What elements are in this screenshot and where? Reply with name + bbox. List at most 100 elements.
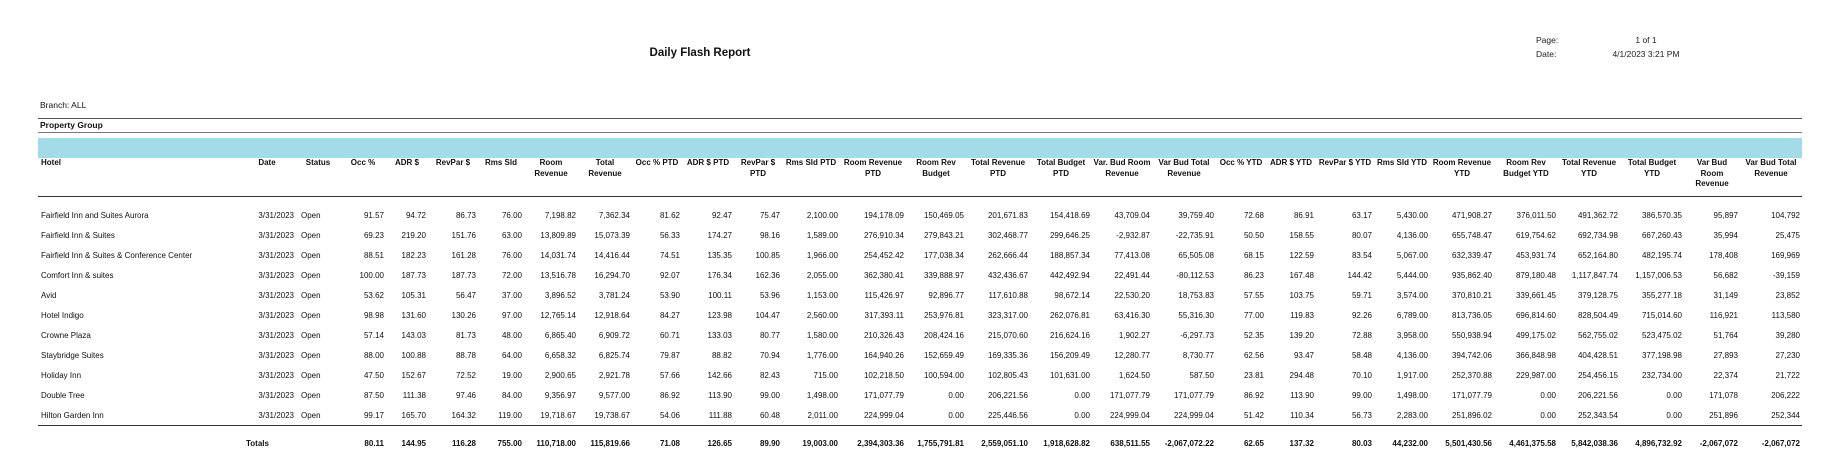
value-cell: 83.54 (1351, 250, 1372, 260)
value-cell: 57.14 (363, 330, 384, 340)
value-cell: 56,682 (1713, 270, 1738, 280)
total-value-cell: 2,559,051.10 (966, 425, 1030, 456)
value-cell: 12,918.64 (594, 310, 630, 320)
value-cell: 50.50 (1243, 230, 1264, 240)
value-cell: 95,897 (1713, 210, 1738, 220)
total-value-cell: 137.32 (1266, 425, 1316, 456)
branch-filter: Branch: ALL (40, 100, 87, 110)
value-cell: 135.35 (707, 250, 732, 260)
value-cell: 72.88 (1351, 330, 1372, 340)
value-cell: 60.71 (659, 330, 680, 340)
divider (38, 132, 1802, 133)
total-value-cell: 144.95 (386, 425, 428, 456)
value-cell: 499,175.02 (1515, 330, 1556, 340)
table-row: Crowne Plaza 3/31/2023 Open 57.14 143.03 81.7… (38, 325, 1802, 345)
value-cell: 2,900.65 (544, 370, 576, 380)
value-cell: -80,112.53 (1176, 270, 1214, 280)
value-cell: 91.57 (363, 210, 384, 220)
value-cell: 88.00 (363, 350, 384, 360)
col-header: ADR $ YTD (1269, 158, 1313, 167)
col-header: Total Revenue (588, 158, 622, 178)
flash-report-table: Hotel Date Status Occ % ADR $ RevPar $ R… (38, 156, 1802, 456)
value-cell: 100.85 (755, 250, 780, 260)
date-value: 4/1/2023 3:21 PM (1612, 49, 1680, 59)
value-cell: 6,909.72 (598, 330, 630, 340)
table-row: Fairfield Inn & Suites & Conference Cent… (38, 245, 1802, 265)
status-cell: Open (301, 250, 321, 260)
value-cell: 7,362.34 (598, 210, 630, 220)
col-header: Occ % PTD (635, 158, 679, 167)
value-cell: 7,198.82 (544, 210, 576, 220)
value-cell: 68.15 (1243, 250, 1264, 260)
total-value-cell: 110,718.00 (524, 425, 578, 456)
value-cell: 98.98 (363, 310, 384, 320)
value-cell: 6,658.32 (544, 350, 576, 360)
value-cell: 99.00 (759, 390, 780, 400)
value-cell: 88.82 (711, 350, 732, 360)
value-cell: 152,659.49 (923, 350, 964, 360)
value-cell: 254,456.15 (1577, 370, 1618, 380)
value-cell: 219.20 (401, 230, 426, 240)
value-cell: 169,335.36 (987, 350, 1028, 360)
value-cell: 102,218.50 (863, 370, 904, 380)
value-cell: 23.81 (1243, 370, 1264, 380)
value-cell: 935,862.40 (1451, 270, 1492, 280)
value-cell: 111.38 (402, 390, 426, 400)
value-cell: 57.66 (659, 370, 680, 380)
col-header: Var. Bud Room Revenue (1093, 158, 1151, 178)
value-cell: 82.43 (759, 370, 780, 380)
value-cell: 1,498.00 (1396, 390, 1428, 400)
value-cell: 53.90 (659, 290, 680, 300)
value-cell: 0.00 (1666, 410, 1682, 420)
value-cell: 22,491.44 (1114, 270, 1150, 280)
value-cell: 158.55 (1289, 230, 1314, 240)
value-cell: 339,888.97 (923, 270, 964, 280)
value-cell: 254,452.42 (863, 250, 904, 260)
value-cell: 19,718.67 (540, 410, 576, 420)
value-cell: 5,444.00 (1396, 270, 1428, 280)
value-cell: 21,722 (1775, 370, 1800, 380)
value-cell: 100.88 (401, 350, 426, 360)
value-cell: 715.00 (813, 370, 838, 380)
value-cell: 215,070.60 (987, 330, 1028, 340)
hotel-name-cell: Hotel Indigo (41, 310, 84, 320)
date-cell: 3/31/2023 (258, 330, 294, 340)
total-value-cell: 5,501,430.56 (1430, 425, 1494, 456)
value-cell: 299,646.25 (1049, 230, 1090, 240)
date-cell: 3/31/2023 (258, 230, 294, 240)
total-value-cell: 62.65 (1216, 425, 1266, 456)
value-cell: 1,157,006.53 (1635, 270, 1682, 280)
value-cell: 55,316.30 (1178, 310, 1214, 320)
value-cell: 550,938.94 (1451, 330, 1492, 340)
date-cell: 3/31/2023 (258, 290, 294, 300)
value-cell: 171,078 (1709, 390, 1738, 400)
value-cell: 86.73 (455, 210, 476, 220)
value-cell: 72.52 (455, 370, 476, 380)
value-cell: 97.46 (455, 390, 476, 400)
value-cell: 81.73 (455, 330, 476, 340)
value-cell: 39,280 (1775, 330, 1800, 340)
value-cell: 252,343.54 (1577, 410, 1618, 420)
value-cell: 92.26 (1351, 310, 1372, 320)
value-cell: 113.90 (708, 390, 732, 400)
value-cell: 339,661.45 (1515, 290, 1556, 300)
value-cell: 171,077.79 (863, 390, 904, 400)
value-cell: 1,589.00 (806, 230, 838, 240)
value-cell: 187.73 (401, 270, 426, 280)
value-cell: 76.00 (501, 210, 522, 220)
value-cell: 208,424.16 (923, 330, 964, 340)
col-header: ADR $ PTD (686, 158, 730, 167)
col-header: Rms Sld PTD (785, 158, 837, 167)
value-cell: 453,931.74 (1515, 250, 1556, 260)
value-cell: 143.03 (401, 330, 426, 340)
value-cell: 4,136.00 (1396, 230, 1428, 240)
value-cell: 86.23 (1243, 270, 1264, 280)
group-band (38, 138, 1802, 158)
value-cell: 2,283.00 (1396, 410, 1428, 420)
value-cell: 93.47 (1293, 350, 1314, 360)
value-cell: 523,475.02 (1641, 330, 1682, 340)
col-header: Rms Sld YTD (1376, 158, 1428, 167)
value-cell: 251,896.02 (1451, 410, 1492, 420)
value-cell: 150,469.05 (923, 210, 964, 220)
value-cell: 62.56 (1243, 350, 1264, 360)
